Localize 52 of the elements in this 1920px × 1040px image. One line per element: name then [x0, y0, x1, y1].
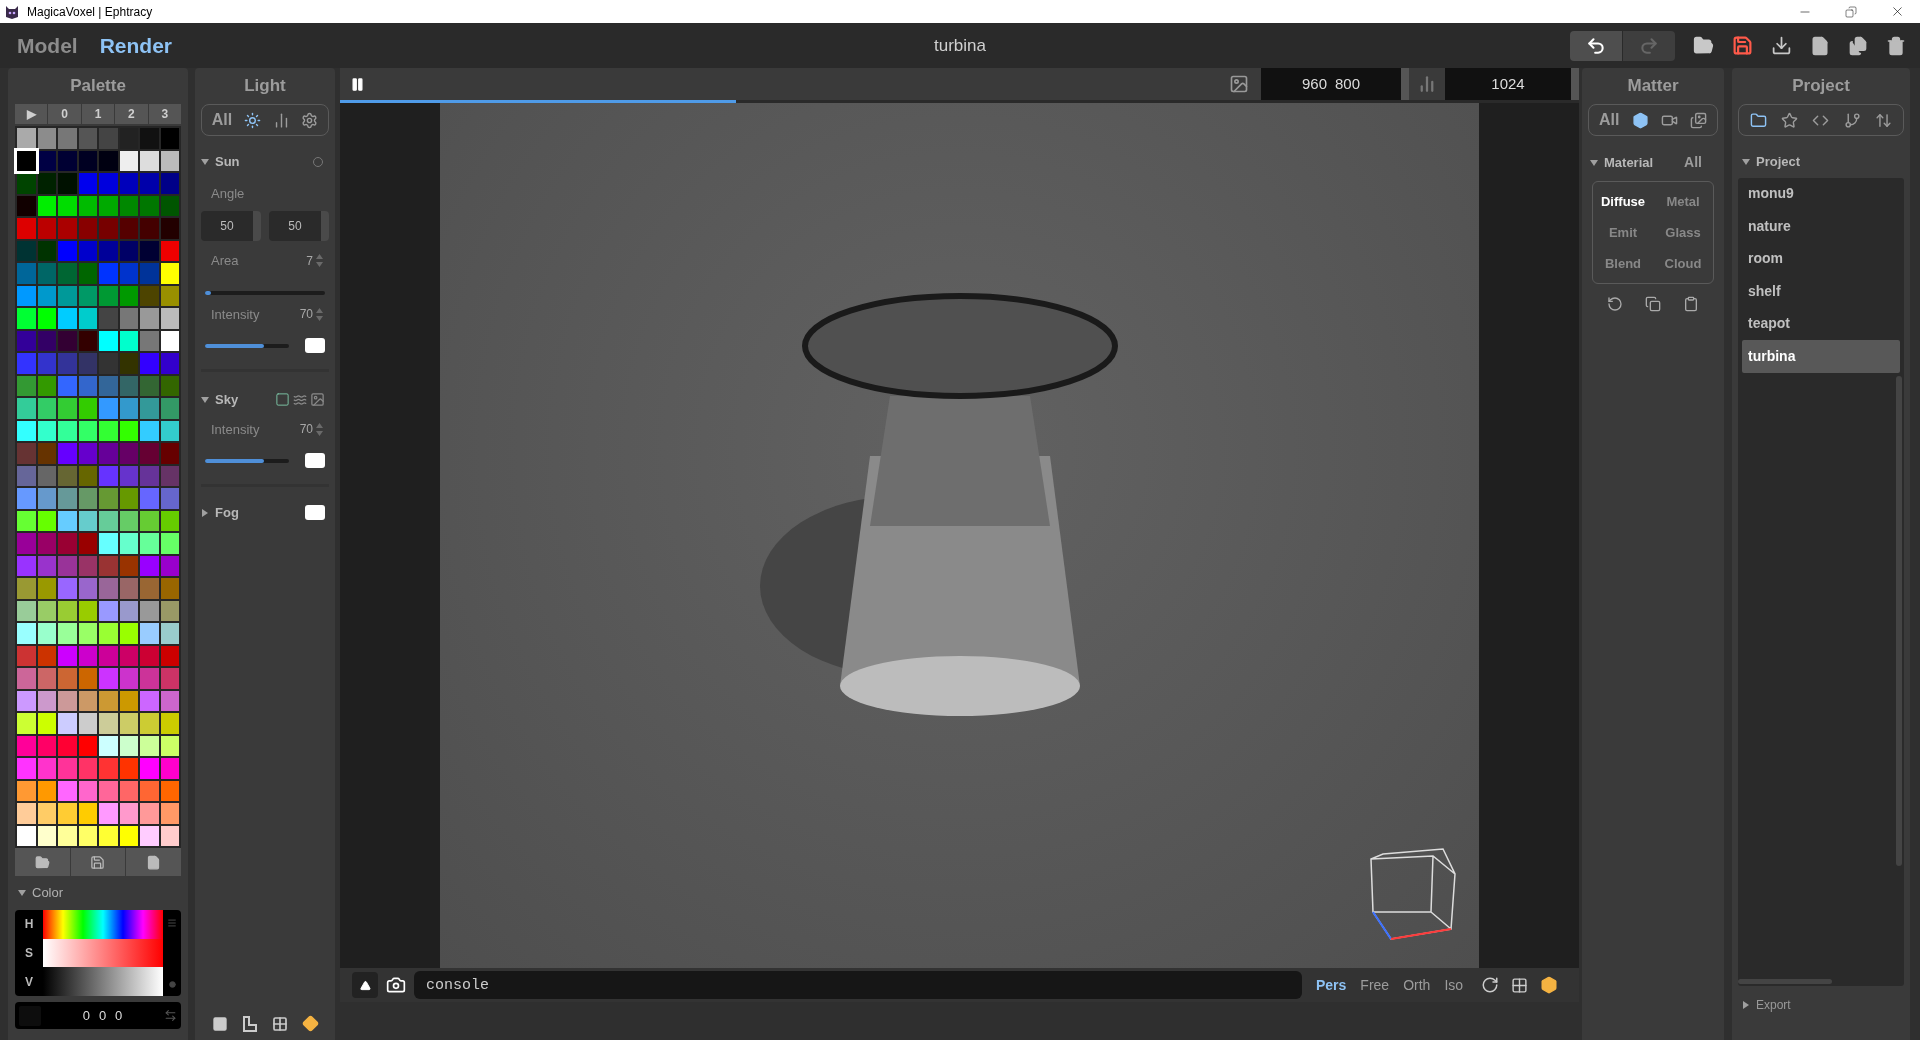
camera-mode-tab[interactable]: Iso	[1442, 974, 1466, 996]
filter-tab[interactable]: All	[1599, 108, 1620, 132]
camera-mode-tab[interactable]: Free	[1358, 974, 1392, 996]
panel-title: Matter	[1627, 75, 1679, 98]
section-title: Color	[32, 884, 64, 903]
mode-tab[interactable]: Render	[99, 29, 173, 62]
project-item[interactable]: turbina	[1742, 340, 1900, 373]
color-value[interactable]: 0	[115, 1005, 123, 1026]
section-title: Fog	[215, 504, 239, 522]
channel-label: S	[25, 945, 33, 962]
palette-page-tab[interactable]: 0	[48, 104, 81, 124]
console-field[interactable]: console	[414, 971, 1302, 999]
angle-field[interactable]: 50	[201, 211, 261, 241]
sample-count-field[interactable]: 1024	[1445, 68, 1571, 100]
angle-field[interactable]: 50	[269, 211, 329, 241]
color-value[interactable]: 0	[82, 1005, 90, 1026]
project-item[interactable]: teapot	[1742, 307, 1900, 340]
filter-tab[interactable]: All	[211, 108, 233, 132]
color-value[interactable]: 0	[98, 1005, 107, 1026]
palette-page-tab[interactable]: 2	[115, 104, 148, 124]
panel-title: Project	[1792, 75, 1850, 98]
project-item[interactable]: shelf	[1742, 275, 1900, 308]
filter-label[interactable]: All	[1684, 152, 1702, 173]
field-label: Intensity	[211, 420, 260, 439]
palette-page-tab[interactable]: 3	[148, 104, 181, 124]
panel-title: Light	[244, 75, 286, 98]
section-title: Sky	[215, 391, 239, 409]
section-title: Project	[1756, 153, 1801, 171]
palette-page-tab[interactable]: 1	[81, 104, 115, 124]
channel-label: V	[25, 973, 33, 991]
palette-page-tab[interactable]: ▶	[15, 104, 48, 124]
field-value: 7	[306, 252, 313, 270]
mode-tab[interactable]: Model	[17, 29, 78, 62]
channel-label: H	[24, 916, 34, 934]
section-title: Sun	[215, 153, 240, 171]
document-title: turbina	[934, 34, 986, 57]
field-label: Intensity	[211, 305, 260, 324]
section-title: Export	[1756, 996, 1791, 1014]
project-item[interactable]: monu9	[1742, 177, 1900, 210]
camera-mode-tab[interactable]: Pers	[1314, 974, 1349, 996]
render-size-field[interactable]: 960 800	[1261, 68, 1401, 100]
field-label: Angle	[210, 184, 246, 203]
field-value: 70	[299, 421, 313, 439]
window-title: MagicaVoxel | Ephtracy	[27, 3, 153, 21]
material-type-tab[interactable]: Diffuse	[1593, 186, 1653, 217]
section-title: Material	[1604, 153, 1654, 172]
panel-title: Palette	[70, 75, 126, 98]
camera-mode-tab[interactable]: Orth	[1401, 974, 1433, 996]
field-value: 70	[299, 306, 313, 324]
field-label: Area	[211, 252, 239, 270]
project-item[interactable]: nature	[1742, 210, 1900, 243]
project-item[interactable]: room	[1742, 242, 1900, 275]
